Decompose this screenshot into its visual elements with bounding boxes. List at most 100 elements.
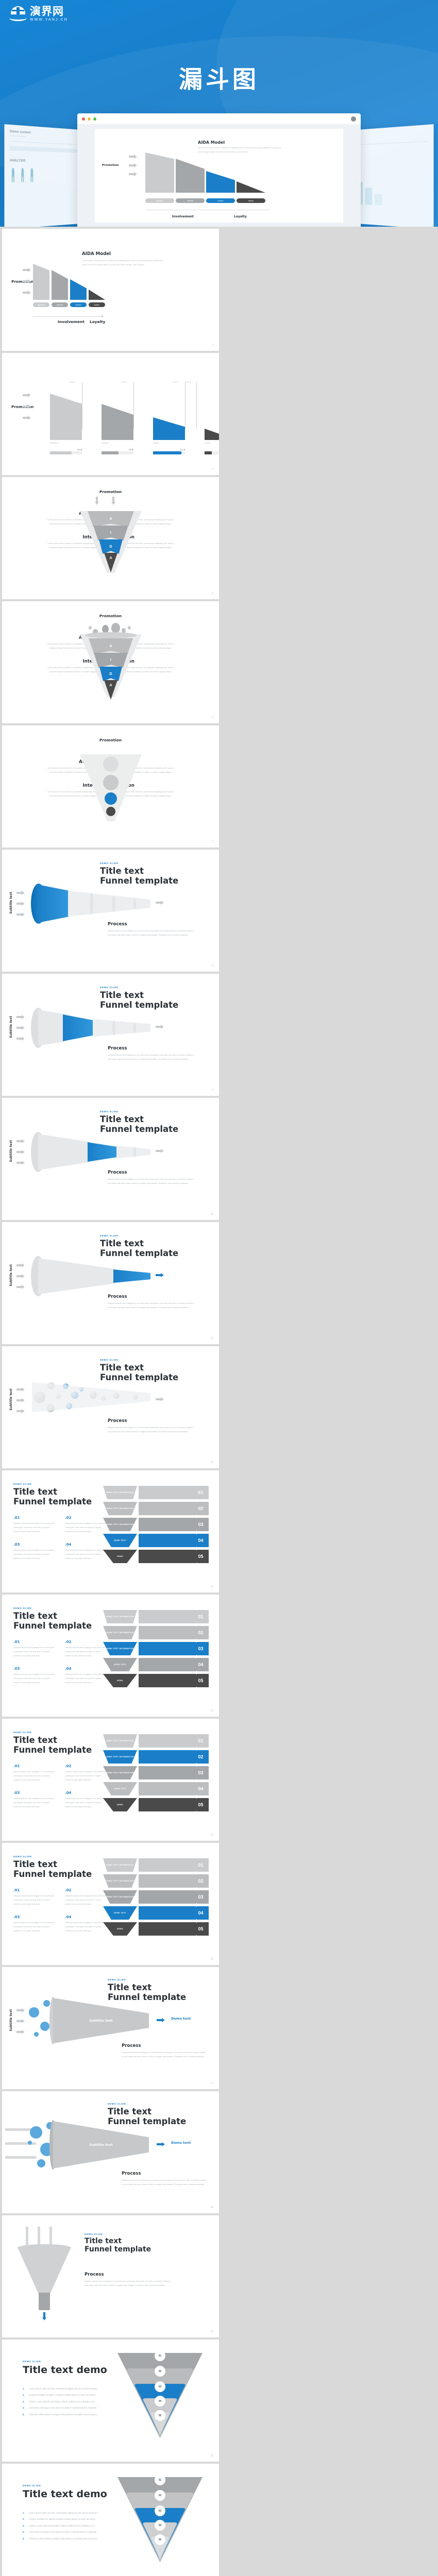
funnel-segment-action (89, 290, 105, 300)
key-03: .03 (13, 1791, 20, 1795)
aida-title: AIDA Model (82, 251, 111, 257)
chevron-label: DEMO TEXT (103, 1658, 137, 1671)
slide-page-number: 10 (210, 1213, 213, 1216)
slide-chevron-list-2[interactable]: DEMO SLIDE Title text Funnel template .01… (2, 1595, 219, 1717)
chevron-row[interactable]: DEMO 05 (103, 1922, 209, 1936)
slide-cone-spheres-demo[interactable]: DEMO SLIDE Title text Funnel template Sub… (2, 1967, 219, 2089)
slide-chevron-list-3[interactable]: DEMO SLIDE Title text Funnel template .01… (2, 1719, 219, 1841)
slide-vertical-funnel-spheres[interactable]: DEMO SLIDE Title text Funnel template Pr… (2, 2215, 219, 2337)
arrow-right-icon (23, 393, 31, 397)
site-logo[interactable]: 演界网 WWW.YANJ.CN (9, 6, 68, 22)
slide-page-number: 6 (212, 716, 213, 719)
chevron-row[interactable]: DEMO TEXT INFORMATION 02 (103, 1874, 209, 1888)
slide-aida-model[interactable]: AIDA Model Lorem ipsum dolor sit amet, c… (2, 229, 219, 351)
slide-chevron-list-4[interactable]: DEMO SLIDE Title text Funnel template .01… (2, 1843, 219, 1965)
browser-titlebar (77, 113, 361, 125)
slide-chevron-list-1[interactable]: DEMO SLIDE Title text Funnel template .01… (2, 1470, 219, 1592)
funnel-letter-a2: A (109, 683, 112, 687)
chevron-row[interactable]: DEMO TEXT 04 (103, 1534, 209, 1547)
stage-label-interest: Interest (102, 442, 109, 444)
horn-ring (133, 1023, 136, 1033)
stage-pill-desire[interactable]: Desire (70, 302, 87, 307)
slide-megaphone-blue-3[interactable]: DEMO SLIDE Title text Funnel template Sub… (2, 1098, 219, 1220)
chevron-row[interactable]: DEMO 05 (103, 1674, 209, 1687)
stage-pill-attention[interactable]: Attention (145, 198, 174, 203)
hero-banner: 演界网 WWW.YANJ.CN 漏斗图 Demo content Lorem i… (0, 0, 438, 227)
chevron-row[interactable]: DEMO TEXT INFORMATION 03 (103, 1766, 209, 1780)
slide-title-demo-1[interactable]: DEMO SLIDE Title text demo 1. Lorem ipsum… (2, 2340, 219, 2462)
slide-v-funnel-quad-alt[interactable]: Promotion Attention Lorem ipsum dolor si… (2, 725, 219, 848)
slide-page-number: 15 (210, 1834, 213, 1837)
chevron-row[interactable]: DEMO 05 (103, 1550, 209, 1563)
key-body-04: Ullamco laboris nisi ut aliquip ex ea co… (65, 1797, 106, 1808)
slide-title-demo-2[interactable]: DEMO SLIDE Title text demo 1. Lorem ipsum… (2, 2464, 219, 2576)
chevron-row[interactable]: DEMO TEXT INFORMATION 01 (103, 1734, 209, 1748)
stage-pill-attention[interactable]: Attention (33, 302, 49, 307)
stage-pill-interest[interactable]: Interest (52, 302, 68, 307)
horn-ring (133, 1147, 136, 1157)
slide-megaphone-spheres[interactable]: DEMO SLIDE Title text Funnel template Sub… (2, 1346, 219, 1468)
slide-aida-steps[interactable]: Promotion STEP 1 STEP 2 STEP 3 STEP 4 At… (2, 353, 219, 475)
maximize-dot-icon[interactable] (93, 117, 96, 121)
arrow-right-icon (23, 416, 31, 420)
arrow-right-icon (16, 2019, 25, 2023)
chevron-row[interactable]: DEMO TEXT INFORMATION 01 (103, 1610, 209, 1623)
chevron-row[interactable]: DEMO 05 (103, 1798, 209, 1811)
stage-progress-1 (50, 451, 82, 454)
close-dot-icon[interactable] (82, 117, 85, 121)
slide-megaphone-blue-2[interactable]: DEMO SLIDE Title text Funnel template Sub… (2, 974, 219, 1096)
slide-megaphone-blue-4[interactable]: DEMO SLIDE Title text Funnel template Sub… (2, 1222, 219, 1344)
minimize-dot-icon[interactable] (88, 117, 91, 121)
slide-v-funnel-quad[interactable]: Promotion Attention Lorem ipsum dolor si… (2, 477, 219, 599)
stage-label-attention: Attention (50, 442, 58, 444)
chevron-label: DEMO TEXT (103, 1782, 137, 1795)
key-02: .02 (65, 1640, 72, 1644)
chevron-row[interactable]: DEMO TEXT 04 (103, 1906, 209, 1920)
arrow-right-icon (16, 912, 25, 917)
chevron-row[interactable]: DEMO TEXT INFORMATION 02 (103, 1626, 209, 1639)
chevron-row[interactable]: DEMO TEXT INFORMATION 03 (103, 1518, 209, 1531)
stage-pill-interest[interactable]: Interest (176, 198, 205, 203)
kicker-label: DEMO SLIDE (108, 1978, 126, 1981)
funnel-bubble-active (105, 792, 117, 805)
key-02: .02 (65, 1764, 72, 1768)
list-item: 4. Commodo consequat. Duis aute irue dolo… (23, 2406, 97, 2410)
funnel-segment-interest (102, 404, 133, 440)
avatar[interactable] (351, 116, 356, 122)
arrow-right-icon (16, 1026, 25, 1030)
chevron-row[interactable]: DEMO TEXT INFORMATION 02 (103, 1502, 209, 1515)
quad-body-interest: Lorem ipsum dolor sit amet, consectetur … (47, 542, 103, 549)
horn-segment-blue (38, 885, 69, 923)
chevron-label: DEMO TEXT INFORMATION (103, 1874, 137, 1888)
chevron-label: DEMO TEXT INFORMATION (103, 1766, 137, 1780)
arrow-right-icon (16, 2030, 25, 2034)
process-title: Process (108, 922, 127, 927)
kicker-label: DEMO SLIDE (108, 2103, 126, 2105)
chevron-label: DEMO TEXT (103, 1906, 137, 1920)
process-title: Process (122, 2171, 141, 2176)
kicker-label: DEMO SLIDE (100, 1110, 119, 1113)
horn-ring (90, 893, 93, 914)
logo-sunrise-icon (9, 6, 27, 22)
slide-grid: AIDA Model Lorem ipsum dolor sit amet, c… (0, 227, 438, 2576)
step-label-2: STEP 2 (121, 381, 127, 383)
chevron-label: DEMO TEXT INFORMATION (103, 1486, 137, 1499)
stage-pill-desire[interactable]: Desire (206, 198, 235, 203)
funnel-number-04: 04 (155, 2520, 165, 2531)
funnel-rim (85, 632, 137, 638)
chevron-row[interactable]: DEMO TEXT 04 (103, 1782, 209, 1795)
chevron-row[interactable]: DEMO TEXT INFORMATION 02 (103, 1750, 209, 1764)
stage-pill-action[interactable]: Action (237, 198, 265, 203)
chevron-row[interactable]: DEMO TEXT 04 (103, 1658, 209, 1671)
slide-cone-blue-feed[interactable]: DEMO SLIDE Title text Funnel template Sub… (2, 2091, 219, 2213)
chevron-row[interactable]: DEMO TEXT INFORMATION 01 (103, 1858, 209, 1872)
slide-megaphone-blue[interactable]: DEMO SLIDE Title text Funnel template Sub… (2, 850, 219, 972)
slide-v-funnel-bubbles[interactable]: Promotion Attention Lorem ipsum dolor si… (2, 601, 219, 723)
key-01: .01 (13, 1764, 20, 1768)
stage-pill-action[interactable]: Action (89, 302, 105, 307)
slide-title-line2: Funnel template (100, 876, 179, 886)
chevron-row[interactable]: DEMO TEXT INFORMATION 03 (103, 1890, 209, 1904)
chevron-row[interactable]: DEMO TEXT INFORMATION 01 (103, 1486, 209, 1499)
chevron-row[interactable]: DEMO TEXT INFORMATION 03 (103, 1642, 209, 1655)
key-body-01: Ullamco laboris nisi ut aliquip ex ea co… (13, 1522, 54, 1533)
